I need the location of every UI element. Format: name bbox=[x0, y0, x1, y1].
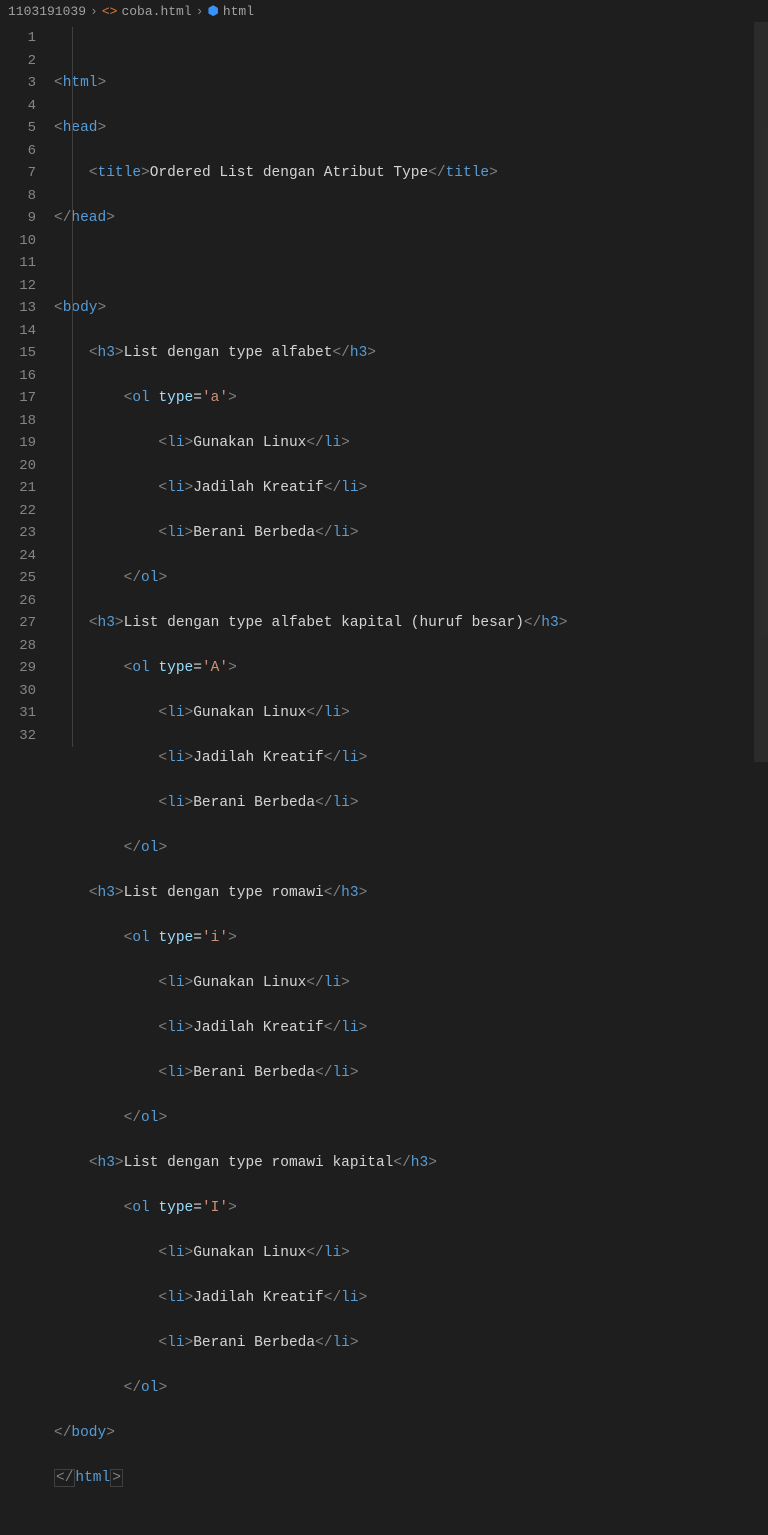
line-number: 8 bbox=[0, 185, 36, 208]
chevron-right-icon: › bbox=[196, 4, 204, 19]
line-number: 17 bbox=[0, 387, 36, 410]
scrollbar-thumb[interactable] bbox=[754, 22, 768, 762]
li-text: Jadilah Kreatif bbox=[193, 1020, 324, 1036]
line-number: 23 bbox=[0, 522, 36, 545]
li-text: Jadilah Kreatif bbox=[193, 480, 324, 496]
line-number-gutter: 1 2 3 4 5 6 7 8 9 10 11 12 13 14 15 16 1… bbox=[0, 22, 54, 799]
li-text: Jadilah Kreatif bbox=[193, 1290, 324, 1306]
line-number: 26 bbox=[0, 590, 36, 613]
breadcrumb-symbol[interactable]: html bbox=[223, 4, 254, 19]
h3-text: List dengan type romawi bbox=[124, 885, 324, 901]
line-number: 12 bbox=[0, 275, 36, 298]
title-text: Ordered List dengan Atribut Type bbox=[150, 165, 428, 181]
indent-guide bbox=[72, 27, 73, 747]
line-number: 29 bbox=[0, 657, 36, 680]
vertical-scrollbar[interactable] bbox=[754, 22, 768, 762]
line-number: 11 bbox=[0, 252, 36, 275]
line-number: 6 bbox=[0, 140, 36, 163]
attr-value: 'i' bbox=[202, 930, 228, 946]
li-text: Gunakan Linux bbox=[193, 705, 306, 721]
line-number: 21 bbox=[0, 477, 36, 500]
li-text: Gunakan Linux bbox=[193, 1245, 306, 1261]
line-number: 13 bbox=[0, 297, 36, 320]
breadcrumb-folder[interactable]: 1103191039 bbox=[8, 4, 86, 19]
code-editor[interactable]: 1 2 3 4 5 6 7 8 9 10 11 12 13 14 15 16 1… bbox=[0, 22, 768, 799]
h3-text: List dengan type romawi kapital bbox=[124, 1155, 394, 1171]
li-text: Berani Berbeda bbox=[193, 795, 315, 811]
code-content[interactable]: <html> <head> <title>Ordered List dengan… bbox=[54, 22, 768, 799]
line-number: 32 bbox=[0, 725, 36, 748]
breadcrumb[interactable]: 1103191039 › <> coba.html › ⬢ html bbox=[0, 0, 768, 22]
symbol-icon: ⬢ bbox=[207, 4, 218, 19]
line-number: 10 bbox=[0, 230, 36, 253]
line-number: 4 bbox=[0, 95, 36, 118]
line-number: 28 bbox=[0, 635, 36, 658]
html-file-icon: <> bbox=[102, 4, 118, 19]
li-text: Berani Berbeda bbox=[193, 1065, 315, 1081]
line-number: 16 bbox=[0, 365, 36, 388]
li-text: Jadilah Kreatif bbox=[193, 750, 324, 766]
li-text: Gunakan Linux bbox=[193, 975, 306, 991]
line-number: 22 bbox=[0, 500, 36, 523]
breadcrumb-file[interactable]: coba.html bbox=[121, 4, 191, 19]
line-number: 9 bbox=[0, 207, 36, 230]
line-number: 20 bbox=[0, 455, 36, 478]
attr-value: 'a' bbox=[202, 390, 228, 406]
li-text: Berani Berbeda bbox=[193, 1335, 315, 1351]
chevron-right-icon: › bbox=[90, 4, 98, 19]
line-number: 5 bbox=[0, 117, 36, 140]
li-text: Gunakan Linux bbox=[193, 435, 306, 451]
line-number: 7 bbox=[0, 162, 36, 185]
h3-text: List dengan type alfabet kapital (huruf … bbox=[124, 615, 524, 631]
line-number: 15 bbox=[0, 342, 36, 365]
attr-value: 'A' bbox=[202, 660, 228, 676]
line-number: 1 bbox=[0, 27, 36, 50]
line-number: 30 bbox=[0, 680, 36, 703]
li-text: Berani Berbeda bbox=[193, 525, 315, 541]
line-number: 24 bbox=[0, 545, 36, 568]
line-number: 25 bbox=[0, 567, 36, 590]
h3-text: List dengan type alfabet bbox=[124, 345, 333, 361]
line-number: 14 bbox=[0, 320, 36, 343]
line-number: 19 bbox=[0, 432, 36, 455]
line-number: 31 bbox=[0, 702, 36, 725]
line-number: 3 bbox=[0, 72, 36, 95]
line-number: 2 bbox=[0, 50, 36, 73]
line-number: 27 bbox=[0, 612, 36, 635]
line-number: 18 bbox=[0, 410, 36, 433]
attr-value: 'I' bbox=[202, 1200, 228, 1216]
